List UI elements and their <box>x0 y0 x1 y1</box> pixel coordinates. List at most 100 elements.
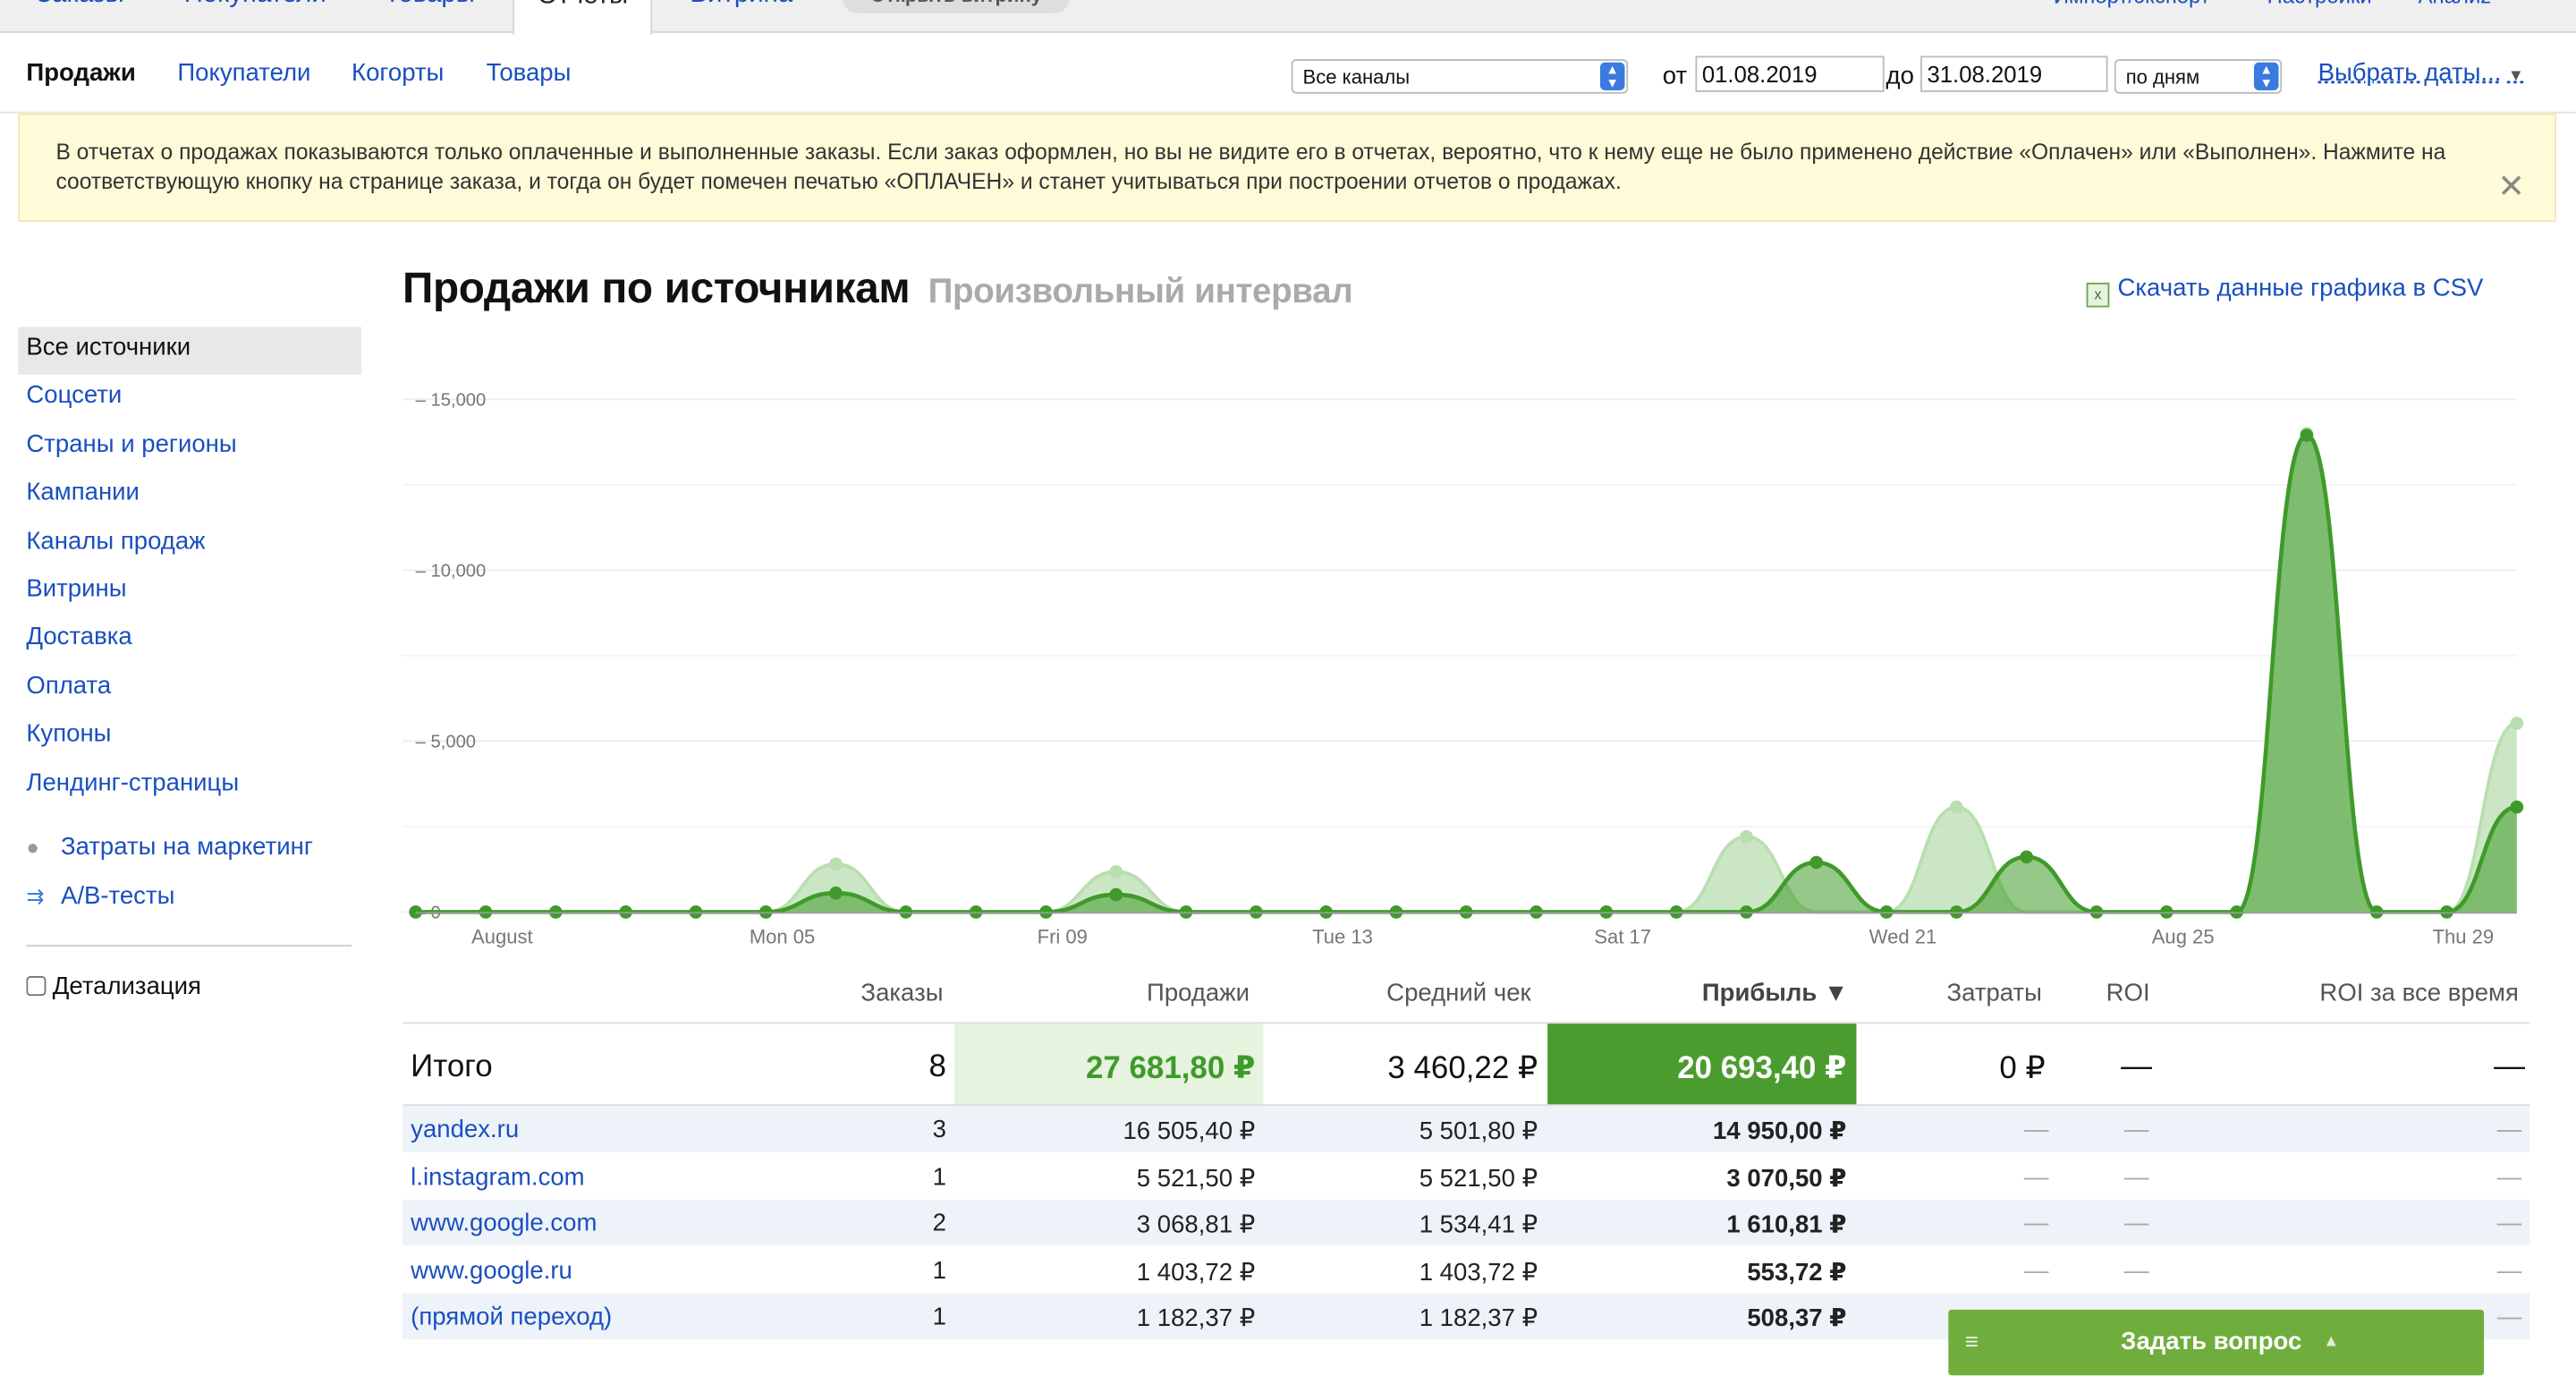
source-link[interactable]: yandex.ru <box>411 1116 519 1143</box>
x-tick-label: Fri 09 <box>1038 925 1088 947</box>
row-roi-all: — <box>2496 1163 2522 1192</box>
channel-select[interactable]: Все каналы ▲ ▼ <box>1291 59 1629 94</box>
row-roi-all: — <box>2496 1116 2522 1144</box>
row-orders: 1 <box>932 1163 946 1192</box>
sidebar-item-delivery[interactable]: Доставка <box>18 616 361 665</box>
sidebar-item-sales-channels[interactable]: Каналы продаж <box>18 520 361 568</box>
subtab-cohorts[interactable]: Когорты <box>352 59 444 87</box>
data-point <box>2510 800 2524 814</box>
info-notice: В отчетах о продажах показываются только… <box>18 113 2556 222</box>
row-costs: — <box>2023 1257 2049 1286</box>
choose-dates-link[interactable]: Выбрать даты... ▼ <box>2318 59 2524 87</box>
subtab-sales[interactable]: Продажи <box>26 59 135 87</box>
period-select[interactable]: по дням ▲ ▼ <box>2114 59 2283 94</box>
tab-orders[interactable]: Заказы <box>36 0 123 10</box>
series-line <box>415 431 2518 914</box>
sidebar-item-campaigns[interactable]: Кампании <box>18 471 361 520</box>
col-costs[interactable]: Затраты <box>1946 980 2041 1007</box>
data-point <box>2300 429 2314 442</box>
row-roi-all: — <box>2496 1257 2522 1286</box>
tab-customers[interactable]: Покупатели <box>184 0 326 10</box>
row-profit: 3 070,50 ₽ <box>1726 1165 1847 1193</box>
money-bag-icon: ● <box>26 835 39 860</box>
x-tick-label: Thu 29 <box>2433 925 2495 947</box>
menu-icon: ≡ <box>1964 1328 1979 1355</box>
row-costs: — <box>2023 1209 2049 1238</box>
subtab-customers[interactable]: Покупатели <box>177 59 310 87</box>
top-nav: Заказы Покупатели Товары Отчеты Витрина … <box>0 0 2576 35</box>
to-label: до <box>1885 62 1914 91</box>
row-orders: 3 <box>932 1116 946 1144</box>
col-avg-check[interactable]: Средний чек <box>1386 980 1530 1007</box>
row-avg: 1 182,37 ₽ <box>1419 1304 1538 1333</box>
sidebar-item-coupons[interactable]: Купоны <box>18 713 361 761</box>
row-roi-all: — <box>2496 1209 2522 1238</box>
open-store-button[interactable]: Открыть витрину <box>843 0 1070 13</box>
data-point <box>1740 829 1753 844</box>
ab-test-icon: ⇉ <box>26 884 45 909</box>
sidebar-item-social[interactable]: Соцсети <box>18 375 361 423</box>
date-to-input[interactable]: 31.08.2019 <box>1920 55 2108 92</box>
spreadsheet-icon: x <box>2086 282 2110 308</box>
data-point <box>2510 717 2524 730</box>
source-link[interactable]: l.instagram.com <box>411 1163 584 1191</box>
data-point <box>1109 888 1123 902</box>
ask-question-label: Задать вопрос <box>2121 1328 2302 1356</box>
col-sales[interactable]: Продажи <box>1147 980 1250 1007</box>
x-tick-label: Aug 25 <box>2152 925 2215 947</box>
source-link[interactable]: www.google.com <box>411 1210 597 1237</box>
sidebar-item-landing-pages[interactable]: Лендинг-страницы <box>18 761 361 810</box>
date-from-input[interactable]: 01.08.2019 <box>1695 55 1885 92</box>
expand-arrow-icon: ▲ <box>2323 1332 2340 1351</box>
col-profit[interactable]: Прибыль ▼ <box>1702 980 1848 1007</box>
close-icon[interactable]: ✕ <box>2497 171 2525 204</box>
col-roi[interactable]: ROI <box>2106 980 2150 1007</box>
row-sales: 1 182,37 ₽ <box>1136 1304 1256 1333</box>
choose-dates-label: Выбрать даты... <box>2318 59 2502 88</box>
detail-label: Детализация <box>52 973 201 1001</box>
page-title-text: Продажи по источникам <box>402 262 911 312</box>
total-costs: 0 ₽ <box>1999 1051 2046 1087</box>
row-avg: 1 403,72 ₽ <box>1419 1258 1538 1287</box>
row-roi: — <box>2123 1257 2149 1286</box>
x-tick-label: Wed 21 <box>1869 925 1937 947</box>
detail-checkbox[interactable] <box>26 975 47 997</box>
sidebar-item-all-sources[interactable]: Все источники <box>18 327 362 376</box>
col-roi-all-time[interactable]: ROI за все время <box>2319 980 2518 1007</box>
import-export-link[interactable]: Импорт/экспорт <box>2054 0 2210 8</box>
analytics-link[interactable]: Аналиz <box>2419 0 2492 8</box>
tab-storefront[interactable]: Витрина <box>690 0 792 10</box>
page-subtitle: Произвольный интервал <box>928 272 1353 311</box>
detail-toggle[interactable]: Детализация <box>26 973 201 1001</box>
tab-reports[interactable]: Отчеты <box>513 0 653 35</box>
reports-subnav: Продажи Покупатели Когорты Товары Все ка… <box>0 35 2576 114</box>
source-link[interactable]: (прямой переход) <box>411 1304 612 1331</box>
row-roi: — <box>2123 1209 2149 1238</box>
y-tick-label: – 15,000 <box>416 391 487 411</box>
sidebar-item-storefronts[interactable]: Витрины <box>18 568 361 616</box>
subtab-products[interactable]: Товары <box>487 59 572 87</box>
source-link[interactable]: www.google.ru <box>411 1257 572 1285</box>
row-avg: 5 501,80 ₽ <box>1419 1117 1538 1146</box>
row-sales: 5 521,50 ₽ <box>1136 1165 1256 1193</box>
marketing-costs-link[interactable]: ● Затраты на маркетинг <box>26 833 313 861</box>
tab-products[interactable]: Товары <box>385 0 475 10</box>
sidebar-item-countries[interactable]: Страны и регионы <box>18 423 361 471</box>
table-row: www.google.ru 1 1 403,72 ₽ 1 403,72 ₽ 553,72… <box>402 1247 2530 1293</box>
download-csv-link[interactable]: x Скачать данные графика в CSV <box>2086 275 2483 308</box>
ask-question-button[interactable]: ≡ Задать вопрос ▲ <box>1948 1309 2485 1376</box>
table-row: www.google.com 2 3 068,81 ₽ 1 534,41 ₽ 1 610… <box>402 1199 2530 1246</box>
settings-link[interactable]: Настройки <box>2267 0 2372 8</box>
row-sales: 1 403,72 ₽ <box>1136 1258 1256 1287</box>
ab-tests-link[interactable]: ⇉ A/B-тесты <box>26 882 174 910</box>
app-root: Заказы Покупатели Товары Отчеты Витрина … <box>0 0 2576 1376</box>
col-orders[interactable]: Заказы <box>860 980 943 1007</box>
data-point <box>2020 850 2034 864</box>
y-tick-label: – 5,000 <box>416 733 476 752</box>
row-profit: 508,37 ₽ <box>1747 1304 1847 1333</box>
dropdown-caret-icon: ▼ <box>2507 67 2524 86</box>
series-line <box>415 433 2518 914</box>
row-profit: 14 950,00 ₽ <box>1713 1117 1847 1146</box>
sidebar-item-payment[interactable]: Оплата <box>18 665 361 713</box>
data-point <box>829 886 843 900</box>
